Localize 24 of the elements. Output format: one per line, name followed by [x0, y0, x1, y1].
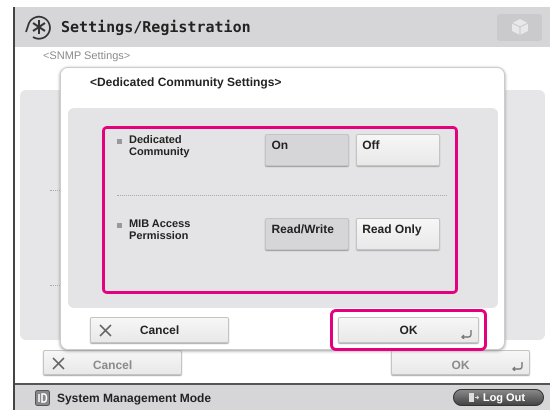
breadcrumb: <SNMP Settings>: [43, 50, 130, 62]
option-button[interactable]: Read/Write: [265, 218, 350, 250]
id-icon: [35, 390, 50, 406]
settings-icon: [25, 13, 53, 41]
cube-icon: [510, 18, 528, 36]
cross-icon: [99, 324, 112, 337]
cancel-button[interactable]: Cancel: [90, 317, 229, 343]
enter-icon: [460, 329, 472, 339]
enter-icon: [511, 361, 523, 371]
option-button[interactable]: Off: [356, 134, 440, 166]
setting-label: MIB Access Permission: [129, 218, 192, 242]
option-button[interactable]: On: [265, 134, 350, 166]
ok-button[interactable]: OK: [338, 317, 479, 343]
bullet-icon: [117, 139, 122, 144]
shortcut-button[interactable]: [497, 14, 542, 40]
screen-title: Settings/Registration: [61, 18, 252, 36]
cross-icon: [52, 357, 65, 370]
logout-button[interactable]: Log Out: [452, 389, 544, 406]
door-icon: [468, 392, 479, 403]
dialog-title: <Dedicated Community Settings>: [90, 75, 282, 89]
bullet-icon: [117, 223, 122, 228]
mode-label: System Management Mode: [57, 390, 212, 404]
option-button[interactable]: Read Only: [356, 218, 440, 250]
setting-label: Dedicated Community: [129, 134, 190, 158]
